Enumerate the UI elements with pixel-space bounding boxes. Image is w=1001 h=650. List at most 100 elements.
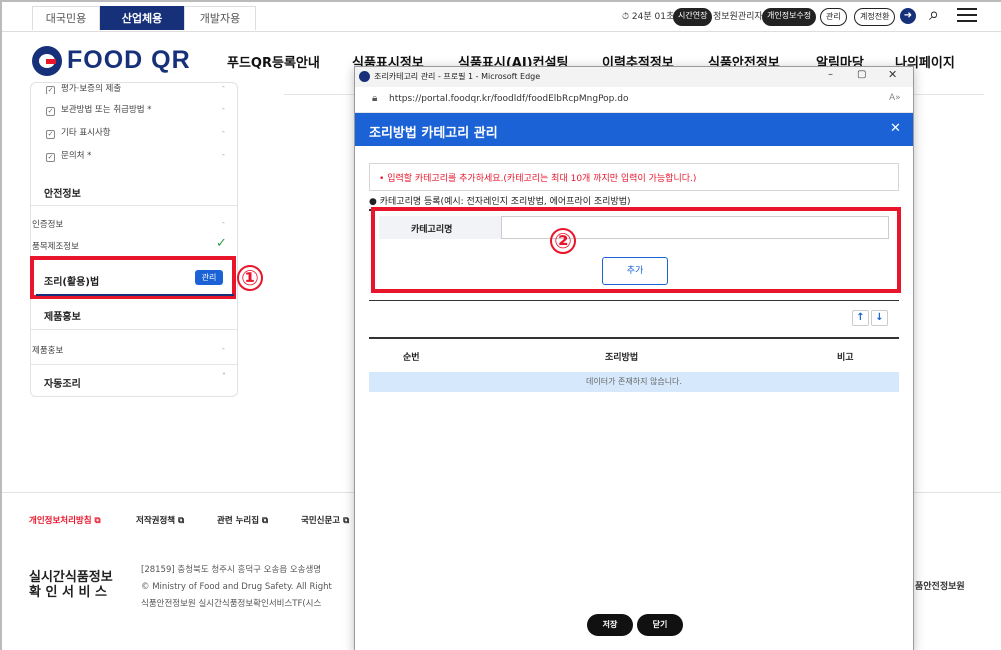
section-auto-title[interactable]: 자동조리 xyxy=(44,375,81,390)
footer-privacy-link[interactable]: 개인정보처리방침 ⧉ xyxy=(29,514,101,526)
checklist-label: 문의처 * xyxy=(61,151,92,161)
checkbox-icon: ✓ xyxy=(46,86,55,94)
window-minimize-icon[interactable]: – xyxy=(828,69,833,80)
footer-sinmungo-text: 국민신문고 xyxy=(301,516,341,526)
popup-address-bar: 🔒︎ https://portal.foodqr.kr/foodldf/food… xyxy=(355,87,913,113)
notice-text: • 입력할 카테고리를 추가하세요.(카테고리는 최대 10개 까지만 입력이 … xyxy=(379,171,696,184)
cooking-manage-button[interactable]: 관리 xyxy=(195,270,223,285)
footer-sinmungo-link[interactable]: 국민신문고 ⧉ xyxy=(301,514,349,526)
active-underline xyxy=(36,294,234,296)
divider xyxy=(31,329,237,330)
manage-top-button[interactable]: 관리 xyxy=(820,8,847,26)
menu-icon[interactable] xyxy=(957,8,977,22)
popup-titlebar: 조리카테고리 관리 - 프로필 1 - Microsoft Edge – ▢ ✕ xyxy=(355,67,913,87)
popup-url[interactable]: https://portal.foodqr.kr/foodldf/foodElb… xyxy=(389,94,628,104)
annotation-two: ② xyxy=(550,228,576,254)
safety-item-cert[interactable]: 인증정보 xyxy=(32,218,63,230)
checkbox-icon: ✓ xyxy=(46,130,55,139)
footer-related-sites-link[interactable]: 관련 누리집 ⧉ xyxy=(217,514,268,526)
bullet-icon: • xyxy=(379,174,385,184)
checklist-label: 보관방법 또는 취급방법 * xyxy=(61,105,152,115)
checklist-status: - xyxy=(222,127,225,136)
save-button[interactable]: 저장 xyxy=(587,614,633,636)
notice-box: • 입력할 카테고리를 추가하세요.(카테고리는 최대 10개 까지만 입력이 … xyxy=(369,163,899,191)
promo-item-status: - xyxy=(222,344,225,353)
checklist-status: - xyxy=(222,104,225,113)
form-bottom-border xyxy=(369,300,899,301)
popup-title: 조리방법 카테고리 관리 xyxy=(369,126,498,141)
popup-window: 조리카테고리 관리 - 프로필 1 - Microsoft Edge – ▢ ✕… xyxy=(354,66,914,650)
safety-item-manufacture[interactable]: 품목제조정보 xyxy=(32,240,79,252)
checklist-label: 평가·보증의 제출 xyxy=(61,84,122,94)
popup-close-icon[interactable]: ✕ xyxy=(890,121,901,136)
table-row: 데이터가 존재하지 않습니다. xyxy=(369,372,899,392)
checklist-item[interactable]: ✓ 보관방법 또는 취급방법 * xyxy=(46,103,152,116)
table-header-seq: 순번 xyxy=(403,353,420,363)
footer-org: 식품안전정보원 실시간식품정보확인서비스TF(시스 xyxy=(141,599,322,609)
extend-time-button[interactable]: 시간연장 xyxy=(673,8,713,26)
logo-icon[interactable] xyxy=(32,46,62,76)
checklist-label: 기타 표시사항 xyxy=(61,128,111,138)
logo-text[interactable]: FOOD QR xyxy=(67,46,191,75)
popup-favicon-icon xyxy=(359,71,370,82)
move-down-icon[interactable]: ↓ xyxy=(871,310,888,326)
footer-privacy-text: 개인정보처리방침 xyxy=(29,516,92,526)
table-header-method: 조리방법 xyxy=(605,353,639,363)
promo-item[interactable]: 제품홍보 xyxy=(32,344,63,356)
section-safety-title: 안전정보 xyxy=(44,189,81,200)
checklist-item[interactable]: ✓ 평가·보증의 제출 xyxy=(46,82,121,94)
session-timer: ⏱ 24분 01초 xyxy=(622,9,674,25)
tab-public[interactable]: 대국민용 xyxy=(32,6,100,30)
move-up-icon[interactable]: ↑ xyxy=(852,310,869,326)
footer-right-org: 품안전정보원 xyxy=(915,582,965,592)
footer-copyright-link[interactable]: 저작권정책 ⧉ xyxy=(136,514,184,526)
check-icon: ✓ xyxy=(216,236,227,251)
footer-service-line1: 실시간식품정보 xyxy=(29,570,113,585)
tab-developer[interactable]: 개발자용 xyxy=(184,6,256,30)
lock-icon: 🔒︎ xyxy=(372,93,378,104)
popup-header: 조리방법 카테고리 관리 ✕ xyxy=(355,113,913,146)
clock-icon: ⏱ xyxy=(622,12,630,22)
window-maximize-icon[interactable]: ▢ xyxy=(857,69,866,80)
table-header-note: 비고 xyxy=(837,353,854,363)
highlight-box-2 xyxy=(371,207,901,293)
divider xyxy=(31,364,237,365)
tab-industry[interactable]: 산업체용 xyxy=(100,6,184,30)
session-timer-text: 24분 01초 xyxy=(631,12,675,22)
bullet-icon: ● xyxy=(369,197,377,207)
safety-item-cert-status: - xyxy=(222,218,225,227)
notice-text-content: 입력할 카테고리를 추가하세요.(카테고리는 최대 10개 까지만 입력이 가능… xyxy=(387,174,697,184)
footer-info: [28159] 충청북도 청주시 흥덕구 오송읍 오송생명 © Ministry… xyxy=(141,562,353,613)
edit-info-button[interactable]: 개인정보수정 xyxy=(762,8,817,26)
checkbox-icon: ✓ xyxy=(46,153,55,162)
search-icon[interactable]: ⌕ xyxy=(929,4,939,25)
cooking-method-title[interactable]: 조리(활용)법 xyxy=(44,273,99,288)
register-label-text: 카테고리명 등록(예시: 전자레인지 조리방법, 에어프라이 조리방법) xyxy=(379,197,631,207)
auto-status: ˅ xyxy=(222,372,226,381)
switch-account-button[interactable]: 계정전환 xyxy=(854,8,896,26)
footer-service-name: 실시간식품정보 확 인 서 비 스 xyxy=(29,570,113,600)
footer-related-text: 관련 누리집 xyxy=(217,516,260,526)
divider xyxy=(31,205,237,206)
logout-icon[interactable]: ➜ xyxy=(900,8,916,24)
window-close-icon[interactable]: ✕ xyxy=(888,68,897,81)
checklist-status: - xyxy=(222,150,225,159)
table-top-border xyxy=(369,337,899,339)
nav-foodqr-guide[interactable]: 푸드QR등록안내 xyxy=(227,52,320,71)
popup-window-title: 조리카테고리 관리 - 프로필 1 - Microsoft Edge xyxy=(374,72,541,81)
checklist-item[interactable]: ✓ 기타 표시사항 xyxy=(46,126,111,139)
close-button[interactable]: 닫기 xyxy=(637,614,683,636)
read-aloud-icon[interactable]: A» xyxy=(889,93,901,103)
section-promo-title: 제품홍보 xyxy=(44,312,81,323)
checklist-status: - xyxy=(222,82,225,91)
checklist-item[interactable]: ✓ 문의처 * xyxy=(46,149,91,162)
checkbox-icon: ✓ xyxy=(46,107,55,116)
register-label: ● 카테고리명 등록(예시: 전자레인지 조리방법, 에어프라이 조리방법) xyxy=(369,194,631,207)
footer-address: [28159] 충청북도 청주시 흥덕구 오송읍 오송생명 xyxy=(141,565,322,575)
empty-row-text: 데이터가 존재하지 않습니다. xyxy=(586,377,682,386)
admin-label: 정보원관리자 xyxy=(713,12,763,22)
footer-copyright: © Ministry of Food and Drug Safety. All … xyxy=(141,582,332,592)
footer-service-line2: 확 인 서 비 스 xyxy=(29,585,107,600)
annotation-one: ① xyxy=(237,265,263,291)
footer-copyright-text: 저작권정책 xyxy=(136,516,176,526)
